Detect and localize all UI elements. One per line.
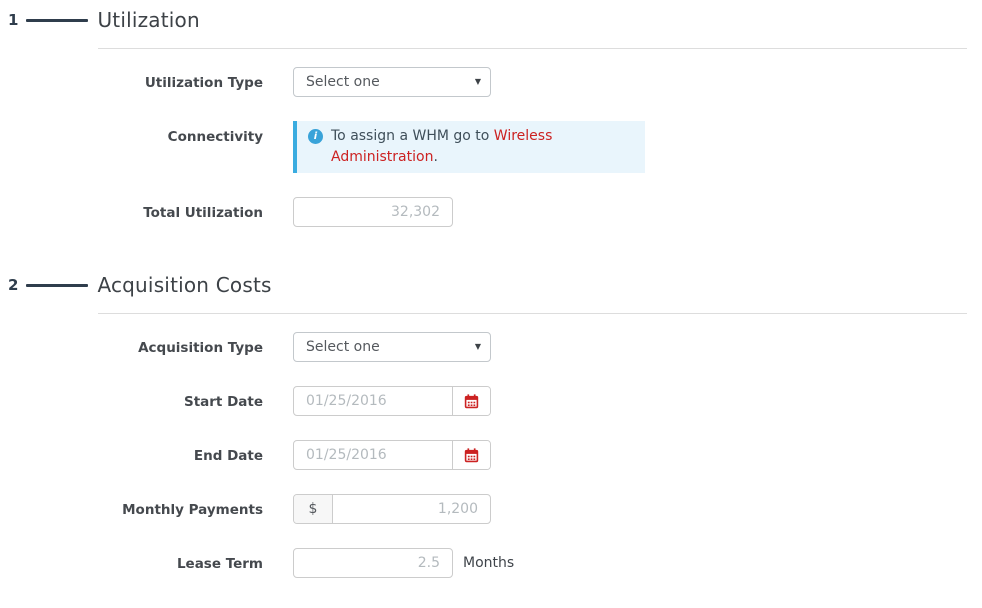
monthly-payments-input[interactable] [333,495,490,523]
section-title: Utilization [97,8,199,32]
row-start-date: Start Date [0,386,982,416]
row-acquisition-type: Acquisition Type Select one ▼ [0,332,982,362]
row-lease-term: Lease Term Months [0,548,982,578]
info-icon: i [308,129,323,144]
calendar-icon [464,394,479,409]
section-title: Acquisition Costs [97,273,271,297]
end-date-label: End Date [0,440,293,464]
row-monthly-payments: Monthly Payments $ [0,494,982,524]
monthly-payments-group: $ [293,494,491,524]
section-acquisition-costs: 2 Acquisition Costs Acquisition Type Sel… [0,273,982,578]
acquisition-type-select[interactable]: Select one ▼ [293,332,491,362]
total-utilization-label: Total Utilization [0,197,293,221]
lease-term-input[interactable] [293,548,453,578]
connectivity-info-note: i To assign a WHM go to Wireless Adminis… [293,121,645,173]
calendar-icon [464,448,479,463]
connectivity-label: Connectivity [0,121,293,145]
total-utilization-input[interactable] [293,197,453,227]
end-date-input[interactable] [294,441,452,469]
section-divider [98,313,967,314]
acquisition-type-label: Acquisition Type [0,332,293,356]
start-date-label: Start Date [0,386,293,410]
section-divider [98,48,967,49]
utilization-type-label: Utilization Type [0,67,293,91]
row-connectivity: Connectivity i To assign a WHM go to Wir… [0,121,982,173]
section-number: 2 [8,278,18,293]
section-acquisition-header: 2 Acquisition Costs [0,273,982,297]
row-utilization-type: Utilization Type Select one ▼ [0,67,982,97]
row-end-date: End Date [0,440,982,470]
currency-prefix: $ [294,495,333,523]
start-date-calendar-button[interactable] [452,387,490,415]
start-date-input[interactable] [294,387,452,415]
chevron-down-icon: ▼ [475,68,481,96]
note-text: To assign a WHM go to [331,128,494,144]
section-number: 1 [8,13,18,28]
start-date-group [293,386,491,416]
utilization-type-selected-value: Select one [306,74,380,90]
section-utilization: 1 Utilization Utilization Type Select on… [0,8,982,227]
section-marker-line [26,284,88,287]
end-date-calendar-button[interactable] [452,441,490,469]
form-page: 1 Utilization Utilization Type Select on… [0,0,982,608]
acquisition-type-selected-value: Select one [306,339,380,355]
utilization-type-select[interactable]: Select one ▼ [293,67,491,97]
section-marker-line [26,19,88,22]
end-date-group [293,440,491,470]
lease-term-unit-label: Months [463,548,514,578]
note-suffix: . [433,149,437,165]
section-utilization-header: 1 Utilization [0,8,982,32]
row-total-utilization: Total Utilization [0,197,982,227]
monthly-payments-label: Monthly Payments [0,494,293,518]
chevron-down-icon: ▼ [475,333,481,361]
lease-term-label: Lease Term [0,548,293,572]
